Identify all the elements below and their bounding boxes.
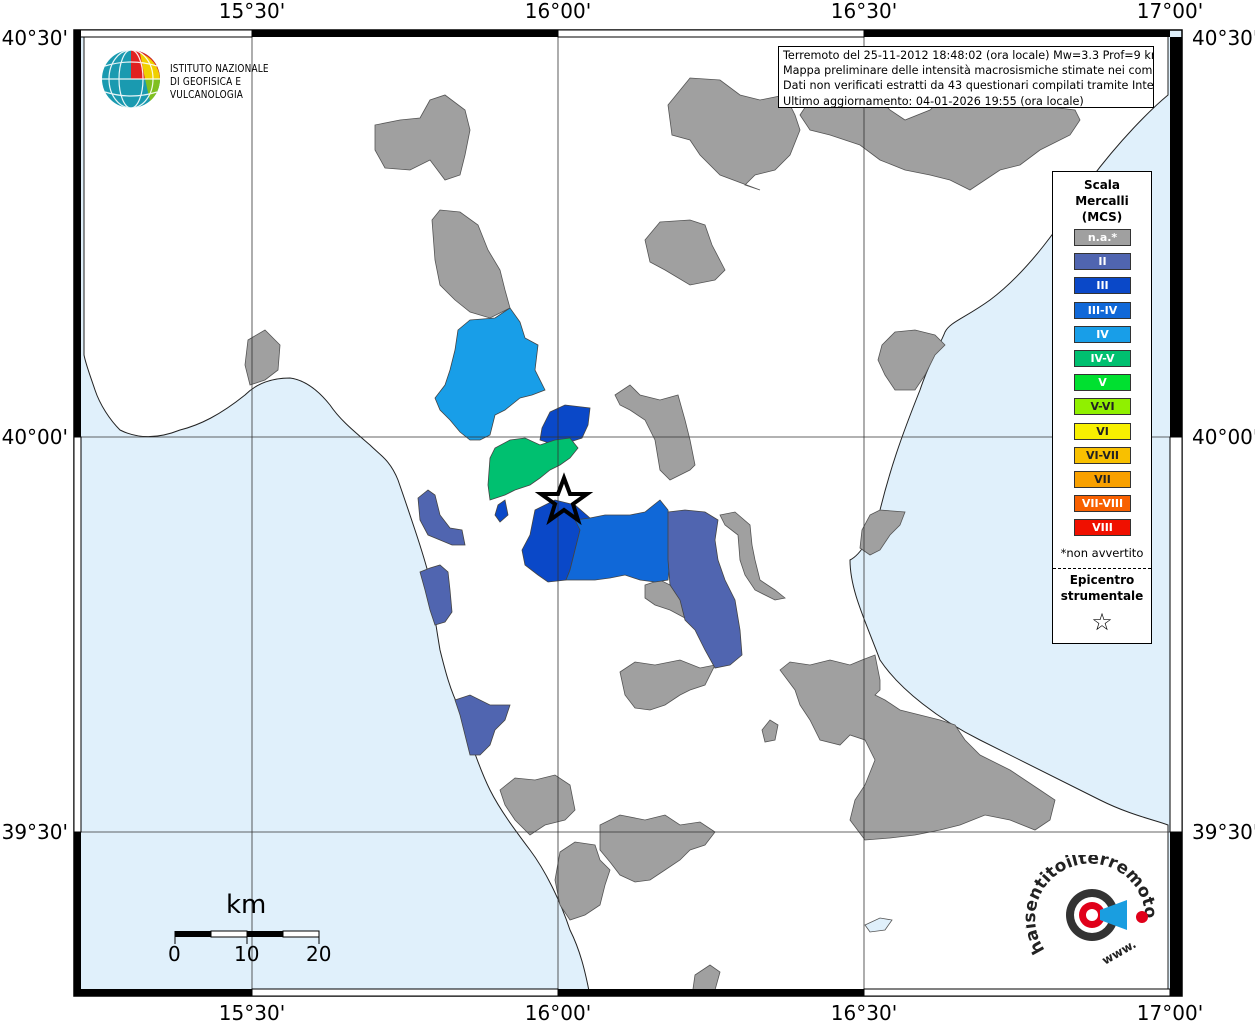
- legend-swatch: V: [1074, 374, 1131, 392]
- lon-label-top: 16°30': [831, 0, 897, 23]
- lat-label-left: 40°00': [2, 425, 68, 449]
- legend-swatch: VI-VII: [1074, 446, 1131, 464]
- legend-swatch: III-IV: [1074, 301, 1131, 319]
- scale-bar-unit: km: [226, 890, 267, 920]
- legend-swatch: VII: [1074, 471, 1131, 488]
- haisentito-logo-prefix: www.: [1100, 937, 1139, 968]
- legend: Scala Mercalli (MCS) n.a.* II III III-IV IV I…: [1052, 171, 1152, 644]
- legend-star-icon: ☆: [1091, 608, 1113, 636]
- ingv-logo-text: ISTITUTO NAZIONALE DI GEOFISICA E VULCAN…: [170, 63, 298, 102]
- lon-label-bottom: 15°30': [219, 1001, 285, 1024]
- legend-swatch: IV: [1074, 325, 1131, 343]
- event-info-line3: Dati non verificati estratti da 43 quest…: [783, 79, 1154, 93]
- legend-title-line1: Scala: [1083, 178, 1121, 192]
- legend-epicenter-line1: Epicentro: [1069, 573, 1135, 587]
- legend-swatch: IV-V: [1074, 350, 1131, 367]
- legend-swatch: V-VI: [1074, 398, 1131, 416]
- ingv-logo: ISTITUTO NAZIONALE DI GEOFISICA E VULCAN…: [100, 48, 320, 110]
- legend-note: *non avvertito: [1060, 546, 1144, 560]
- lat-label-right: 40°00': [1192, 425, 1255, 449]
- scale-bar-tick: 10: [234, 942, 260, 966]
- ingv-logo-line1: ISTITUTO NAZIONALE: [170, 63, 269, 75]
- lon-label-top: 16°00': [525, 0, 591, 23]
- haisentito-logo: haisentitoilterremoto.it www.: [1020, 840, 1175, 985]
- legend-swatch: VI: [1074, 422, 1131, 440]
- lon-label-bottom: 16°00': [525, 1001, 591, 1024]
- globe-icon: [102, 49, 161, 109]
- event-info-line4: Ultimo aggiornamento: 04-01-2026 19:55 (…: [783, 94, 1084, 108]
- lon-label-bottom: 17°00': [1137, 1001, 1203, 1024]
- lon-label-top: 15°30': [219, 0, 285, 23]
- lon-label-top: 17°00': [1137, 0, 1203, 23]
- lon-label-bottom: 16°30': [831, 1001, 897, 1024]
- lat-label-right: 40°30': [1192, 26, 1255, 50]
- legend-swatch: VII-VIII: [1074, 495, 1131, 513]
- lat-label-right: 39°30': [1192, 820, 1255, 844]
- haisentito-logo-graphic: haisentitoilterremoto.it www.: [1020, 840, 1160, 968]
- lat-label-left: 39°30': [2, 820, 68, 844]
- legend-swatch: II: [1074, 253, 1131, 271]
- lat-label-left: 40°30': [2, 26, 68, 50]
- ingv-logo-line2: DI GEOFISICA E VULCANOLOGIA: [170, 76, 244, 101]
- event-info-box: Terremoto del 25-11-2012 18:48:02 (ora l…: [778, 46, 1154, 108]
- legend-epicenter-label: Epicentro strumentale: [1053, 572, 1151, 604]
- legend-epicenter-line2: strumentale: [1060, 589, 1144, 603]
- legend-swatch: n.a.*: [1074, 229, 1131, 246]
- scale-bar-tick: 20: [306, 942, 332, 966]
- legend-swatch: VIII: [1074, 519, 1131, 537]
- event-info-line2: Mappa preliminare delle intensità macros…: [783, 64, 1154, 78]
- legend-title: Scala Mercalli (MCS): [1053, 177, 1151, 225]
- scale-bar-tick: 0: [168, 942, 181, 966]
- legend-title-line2: Mercalli: [1075, 194, 1129, 208]
- event-info-line1: Terremoto del 25-11-2012 18:48:02 (ora l…: [783, 49, 1154, 62]
- legend-swatch: III: [1074, 277, 1131, 295]
- legend-title-line3: (MCS): [1081, 210, 1123, 224]
- scale-bar: km 0 10 20: [168, 890, 340, 970]
- legend-separator: [1053, 568, 1151, 569]
